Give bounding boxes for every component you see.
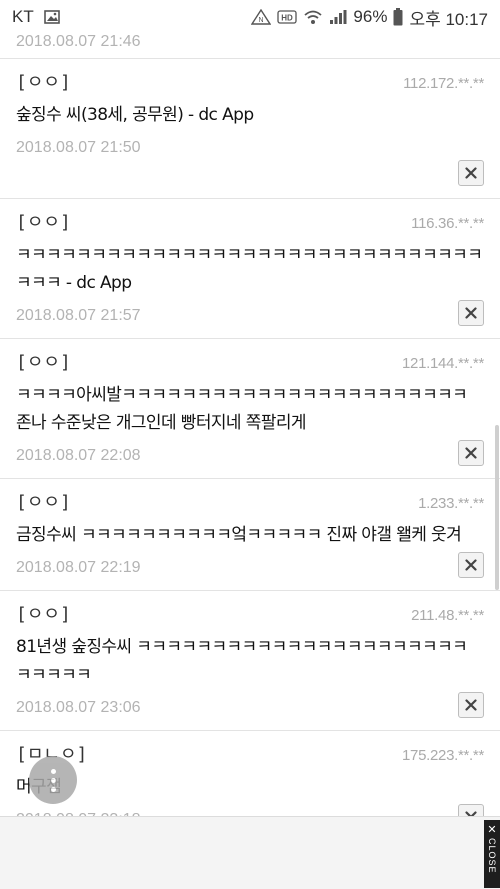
delete-comment-button[interactable] xyxy=(458,160,484,186)
battery-icon xyxy=(393,8,403,26)
dot xyxy=(50,786,56,792)
battery-percent: 96% xyxy=(353,7,388,26)
comment-text: 금징수씨 ㅋㅋㅋㅋㅋㅋㅋㅋㅋㅋ엌ㅋㅋㅋㅋㅋ 진짜 야갤 왤케 웃겨 xyxy=(16,525,462,545)
comment-date: 2018.08.07 23:06 xyxy=(16,699,141,716)
delete-comment-button[interactable] xyxy=(458,440,484,466)
clock: 오후 10:17 xyxy=(409,9,488,29)
close-icon: ✕ xyxy=(487,824,497,836)
comment-ip: 112.172.**.** xyxy=(403,75,484,92)
image-icon xyxy=(43,10,60,24)
delete-comment-button[interactable] xyxy=(458,804,484,816)
close-icon xyxy=(465,307,477,319)
comment-date: 2018.08.07 22:08 xyxy=(16,447,141,464)
comment-ip: 211.48.**.** xyxy=(411,607,484,624)
nfc-icon: N xyxy=(251,9,272,25)
comment-text: ㅋㅋㅋㅋㅋㅋㅋㅋㅋㅋㅋㅋㅋㅋㅋㅋㅋㅋㅋㅋㅋㅋㅋㅋㅋㅋㅋㅋㅋㅋㅋ ㅋㅋㅋ - dc… xyxy=(16,245,483,293)
comment-text: 숲징수 씨(38세, 공무원) - dc App xyxy=(16,105,254,125)
svg-text:N: N xyxy=(259,17,264,24)
comment-item: [ㅇㅇ] 121.144.**.** ㅋㅋㅋㅋ아씨발ㅋㅋㅋㅋㅋㅋㅋㅋㅋㅋㅋㅋㅋㅋㅋㅋ… xyxy=(0,338,500,478)
comment-date: 2018.08.07 21:50 xyxy=(16,139,141,156)
close-icon xyxy=(465,699,477,711)
carrier-label: KT xyxy=(12,7,34,26)
comment-list[interactable]: 2018.08.07 21:46 [ㅇㅇ] 112.172.**.** 숲징수 씨(… xyxy=(0,34,500,816)
svg-text:HD: HD xyxy=(282,14,294,23)
signal-icon xyxy=(329,9,347,25)
comment-ip: 175.223.**.** xyxy=(401,747,484,764)
comment-ip: 1.233.**.** xyxy=(418,495,484,512)
ad-close-button[interactable]: ✕ CLOSE xyxy=(484,820,500,888)
dot xyxy=(50,777,56,783)
comment-date: 2018.08.07 21:46 xyxy=(16,34,141,50)
comment-ip: 121.144.**.** xyxy=(401,355,484,372)
hd-icon: HD xyxy=(277,10,298,24)
scrollbar-thumb[interactable] xyxy=(495,425,499,590)
comment-date: 2018.08.07 22:19 xyxy=(16,559,141,576)
close-label: CLOSE xyxy=(487,838,497,874)
comment-date: 2018.08.07 21:57 xyxy=(16,307,141,324)
comment-text: ㅋㅋㅋㅋ아씨발ㅋㅋㅋㅋㅋㅋㅋㅋㅋㅋㅋㅋㅋㅋㅋㅋㅋㅋㅋㅋㅋㅋㅋ 존나 수준낮은 개… xyxy=(16,385,468,433)
close-icon xyxy=(465,167,477,179)
comment-text: 81년생 숲징수씨 ㅋㅋㅋㅋㅋㅋㅋㅋㅋㅋㅋㅋㅋㅋㅋㅋㅋㅋㅋㅋㅋㅋ ㅋㅋㅋㅋㅋ xyxy=(16,637,468,685)
close-icon xyxy=(465,559,477,571)
comment-item: [ㅇㅇ] 112.172.**.** 숲징수 씨(38세, 공무원) - dc Ap… xyxy=(0,58,500,198)
close-icon xyxy=(465,447,477,459)
comment-item: [ㅇㅇ] 116.36.**.** ㅋㅋㅋㅋㅋㅋㅋㅋㅋㅋㅋㅋㅋㅋㅋㅋㅋㅋㅋㅋㅋㅋㅋㅋ… xyxy=(0,198,500,338)
comment-ip: 116.36.**.** xyxy=(411,215,484,232)
comment-item: [ㅇㅇ] 1.233.**.** 금징수씨 ㅋㅋㅋㅋㅋㅋㅋㅋㅋㅋ엌ㅋㅋㅋㅋㅋ 진짜 … xyxy=(0,478,500,590)
comment-item: [ㅇㅇ] 211.48.**.** 81년생 숲징수씨 ㅋㅋㅋㅋㅋㅋㅋㅋㅋㅋㅋㅋㅋㅋ… xyxy=(0,590,500,730)
comment-author: [ㅇㅇ] xyxy=(16,492,71,513)
dot xyxy=(50,768,56,774)
wifi-icon xyxy=(303,9,323,25)
comment-text: 머구잼 xyxy=(16,773,484,801)
delete-comment-button[interactable] xyxy=(458,692,484,718)
delete-comment-button[interactable] xyxy=(458,300,484,326)
delete-comment-button[interactable] xyxy=(458,552,484,578)
status-bar: KT N HD 96% 오후 10:17 xyxy=(0,0,500,34)
ad-banner-area xyxy=(0,816,500,889)
more-options-button[interactable] xyxy=(29,756,77,804)
